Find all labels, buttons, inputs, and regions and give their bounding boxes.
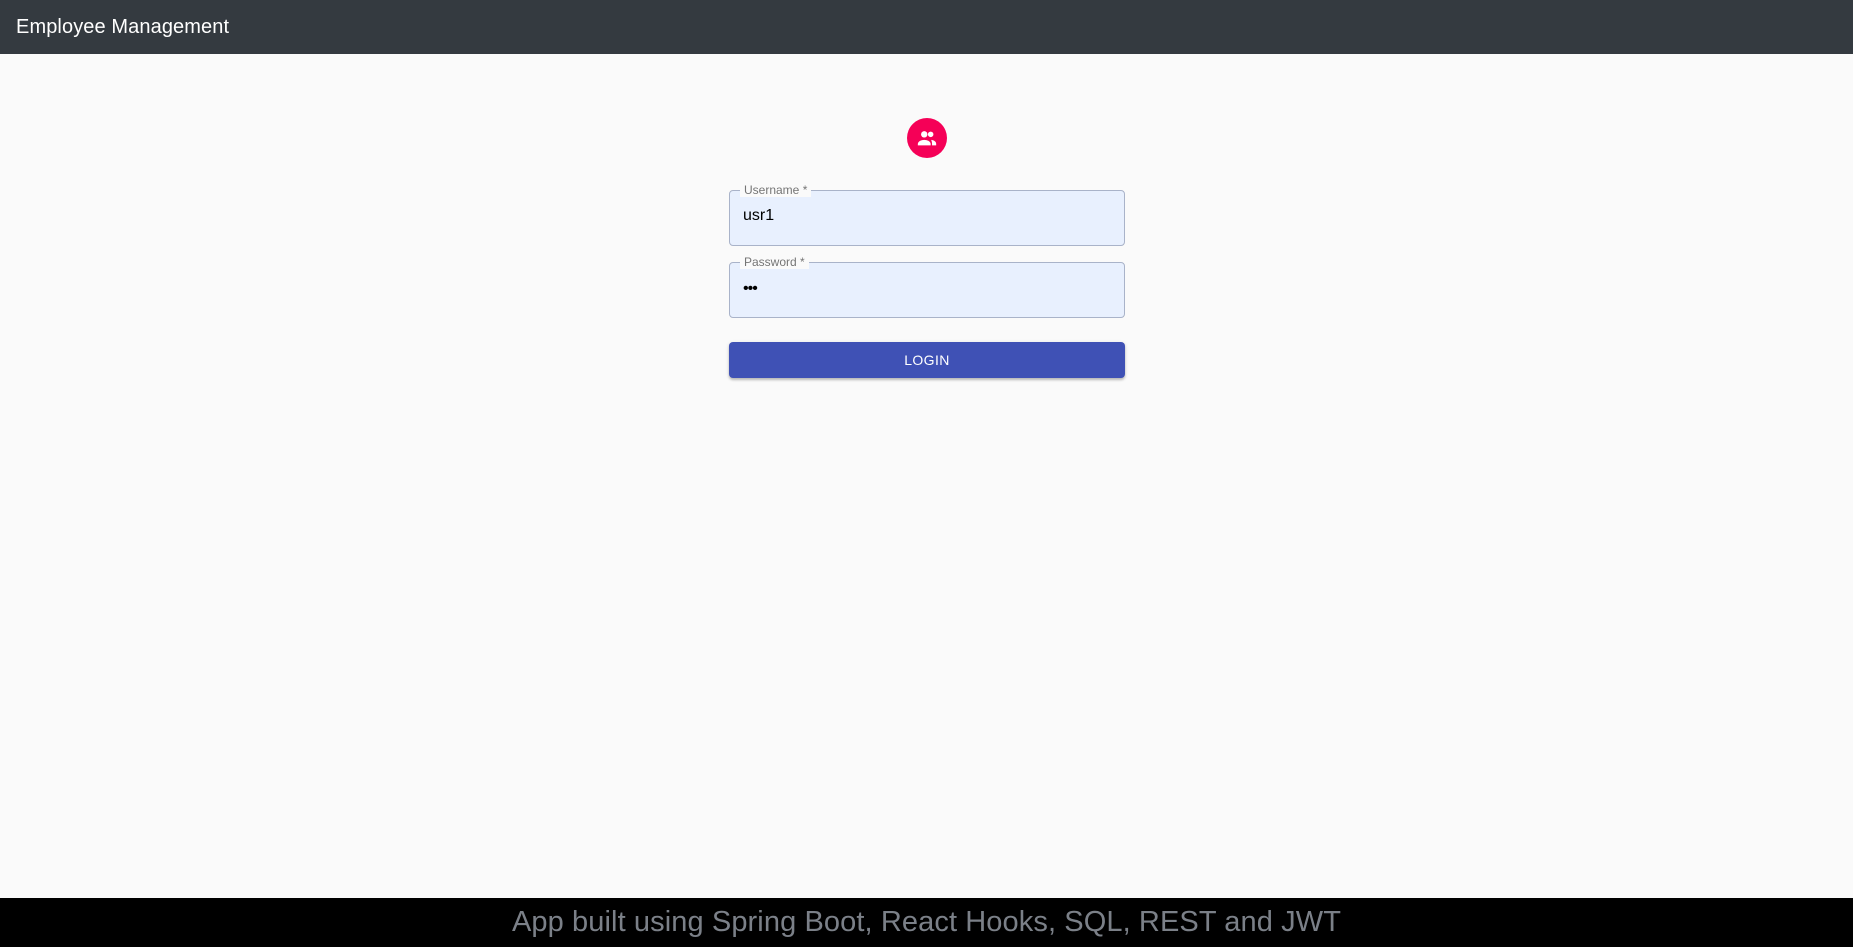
username-input[interactable] <box>743 207 1103 225</box>
avatar <box>907 118 947 158</box>
footer-text: App built using Spring Boot, React Hooks… <box>511 906 1342 938</box>
username-field[interactable]: Username * <box>729 183 1125 246</box>
password-input[interactable]: ••• <box>743 280 758 298</box>
login-page: Employee Management Username * Password … <box>0 0 1853 947</box>
app-bar: Employee Management <box>0 0 1853 54</box>
footer: App built using Spring Boot, React Hooks… <box>0 898 1853 947</box>
password-label: Password * <box>740 255 809 269</box>
login-button[interactable]: LOGIN <box>729 342 1125 378</box>
app-title: Employee Management <box>16 15 230 38</box>
username-label: Username * <box>740 183 812 197</box>
password-field[interactable]: Password * ••• <box>729 255 1125 318</box>
people-icon <box>917 131 937 146</box>
